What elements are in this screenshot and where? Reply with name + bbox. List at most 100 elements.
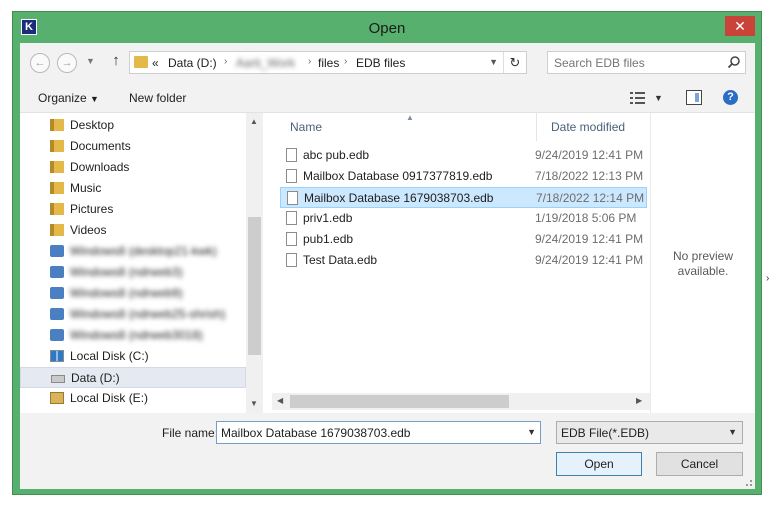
- nav-item-label: Videos: [70, 223, 107, 237]
- search-input[interactable]: [548, 52, 718, 73]
- nav-item[interactable]: Local Disk (E:): [20, 388, 246, 409]
- nav-item[interactable]: Pictures: [20, 199, 246, 220]
- nav-item[interactable]: Documents: [20, 136, 246, 157]
- scroll-up-icon[interactable]: ▲: [250, 117, 258, 126]
- address-history-dropdown[interactable]: ▼: [489, 57, 498, 67]
- file-date-modified: 9/24/2019 12:41 PM: [535, 232, 644, 246]
- navigation-scrollbar[interactable]: ▲ ▼: [246, 113, 263, 413]
- up-button[interactable]: ↑: [108, 52, 124, 72]
- file-icon: [286, 211, 297, 225]
- search-icon[interactable]: [727, 55, 741, 69]
- scroll-left-icon[interactable]: ◀: [277, 396, 283, 405]
- network-icon: [50, 245, 64, 257]
- column-header-name[interactable]: Name: [290, 120, 322, 134]
- nav-item-label: Documents: [70, 139, 131, 153]
- new-folder-button[interactable]: New folder: [129, 91, 186, 105]
- file-name: priv1.edb: [303, 211, 353, 225]
- view-options-dropdown-icon[interactable]: ▼: [654, 93, 663, 103]
- file-date-modified: 1/19/2018 5:06 PM: [535, 211, 637, 225]
- nav-item-label: Windows8 (ndrweb25-shrish): [70, 307, 226, 321]
- network-icon: [50, 266, 64, 278]
- address-bar[interactable]: « Data (D:) › Aarti_Work › files › EDB f…: [129, 51, 527, 74]
- back-button[interactable]: ←: [30, 53, 50, 73]
- scrollbar-thumb[interactable]: [290, 395, 509, 408]
- scroll-right-icon[interactable]: ▶: [636, 396, 642, 405]
- file-name-dropdown-icon[interactable]: ▼: [527, 427, 536, 437]
- nav-item[interactable]: Music: [20, 178, 246, 199]
- nav-item-label: Music: [70, 181, 102, 195]
- search-box[interactable]: [547, 51, 746, 74]
- nav-item[interactable]: Data (D:): [20, 367, 246, 388]
- folder-icon: [50, 140, 64, 152]
- preview-pane-icon[interactable]: [686, 90, 702, 105]
- file-type-select[interactable]: EDB File(*.EDB) ▼: [556, 421, 743, 444]
- file-row[interactable]: pub1.edb 9/24/2019 12:41 PM: [280, 229, 647, 250]
- address-segment-folder[interactable]: Aarti_Work: [236, 56, 295, 70]
- nav-item[interactable]: Videos: [20, 220, 246, 241]
- file-row[interactable]: Test Data.edb 9/24/2019 12:41 PM: [280, 250, 647, 271]
- nav-item[interactable]: Windows8 (ndrweb9): [20, 283, 246, 304]
- recent-locations-dropdown[interactable]: ▼: [86, 56, 95, 66]
- nav-item[interactable]: Local Disk (C:): [20, 346, 246, 367]
- file-type-value: EDB File(*.EDB): [561, 426, 650, 440]
- nav-item[interactable]: Windows8 (ndrweb3): [20, 262, 246, 283]
- forward-button[interactable]: →: [57, 53, 77, 73]
- nav-item-label: Downloads: [70, 160, 130, 174]
- address-separator[interactable]: ›: [224, 56, 227, 67]
- file-name-combobox[interactable]: ▼: [216, 421, 541, 444]
- network-icon: [50, 329, 64, 341]
- nav-item[interactable]: Windows8 (desktop21-kwk): [20, 241, 246, 262]
- resize-grip-icon[interactable]: [743, 477, 753, 487]
- file-date-modified: 7/18/2022 12:14 PM: [536, 191, 645, 205]
- help-icon[interactable]: ?: [723, 90, 738, 105]
- title-bar[interactable]: K Open ✕: [13, 12, 761, 44]
- navigation-pane: Local Disk (E:) Data (D:) Local Disk (C:) W…: [20, 113, 263, 413]
- locked-drive-icon: [50, 392, 64, 404]
- open-button[interactable]: Open: [556, 452, 642, 476]
- folder-icon: [50, 161, 64, 173]
- file-row[interactable]: priv1.edb 1/19/2018 5:06 PM: [280, 208, 647, 229]
- window-title: Open: [368, 20, 406, 37]
- folder-icon: [50, 224, 64, 236]
- address-separator[interactable]: ›: [344, 56, 347, 67]
- windows-drive-icon: [50, 350, 64, 362]
- file-row[interactable]: abc pub.edb 9/24/2019 12:41 PM: [280, 145, 647, 166]
- refresh-icon[interactable]: ↻: [503, 52, 526, 73]
- address-separator[interactable]: ›: [308, 56, 311, 67]
- file-type-dropdown-icon[interactable]: ▼: [728, 427, 737, 437]
- nav-item-label: Windows8 (ndrweb3): [70, 265, 183, 279]
- scroll-down-icon[interactable]: ▼: [250, 399, 258, 408]
- file-icon: [286, 253, 297, 267]
- file-row[interactable]: Mailbox Database 1679038703.edb 7/18/2022…: [280, 187, 647, 208]
- file-list-horizontal-scrollbar[interactable]: ◀ ▶: [272, 393, 650, 410]
- address-overflow-chevron[interactable]: «: [152, 56, 159, 70]
- nav-item-label: Local Disk (C:): [70, 349, 149, 363]
- sort-ascending-icon: ▲: [406, 113, 414, 122]
- nav-item-label: Pictures: [70, 202, 114, 216]
- nav-item[interactable]: Windows8 (ndrweb3018): [20, 325, 246, 346]
- column-divider[interactable]: [536, 113, 537, 141]
- file-icon: [286, 148, 297, 162]
- organize-label: Organize: [38, 91, 87, 105]
- address-segment-drive[interactable]: Data (D:): [168, 56, 217, 70]
- cancel-button[interactable]: Cancel: [656, 452, 743, 476]
- file-name-input[interactable]: [217, 422, 517, 443]
- organize-button[interactable]: Organize ▼: [38, 91, 99, 105]
- address-segment-files[interactable]: files: [318, 56, 339, 70]
- file-icon: [286, 169, 297, 183]
- nav-item-label: Data (D:): [71, 371, 120, 385]
- scrollbar-thumb[interactable]: [248, 217, 261, 355]
- column-header-date-modified[interactable]: Date modified: [551, 120, 625, 134]
- dialog-client: ← → ▼ ↑ « Data (D:) › Aarti_Work › files…: [20, 43, 755, 489]
- nav-item-label: Desktop: [70, 118, 115, 132]
- dialog-footer: File name: ▼ EDB File(*.EDB) ▼ Open Canc…: [20, 413, 755, 489]
- address-segment-edb-files[interactable]: EDB files: [356, 56, 405, 70]
- folder-icon: [134, 56, 148, 68]
- nav-item[interactable]: Windows8 (ndrweb25-shrish): [20, 304, 246, 325]
- nav-item[interactable]: Downloads: [20, 157, 246, 178]
- close-button[interactable]: ✕: [725, 16, 755, 36]
- file-row[interactable]: Mailbox Database 0917377819.edb 7/18/2022…: [280, 166, 647, 187]
- nav-item[interactable]: Desktop: [20, 115, 246, 136]
- organize-dropdown-icon: ▼: [90, 94, 99, 104]
- change-view-icon[interactable]: [630, 91, 646, 105]
